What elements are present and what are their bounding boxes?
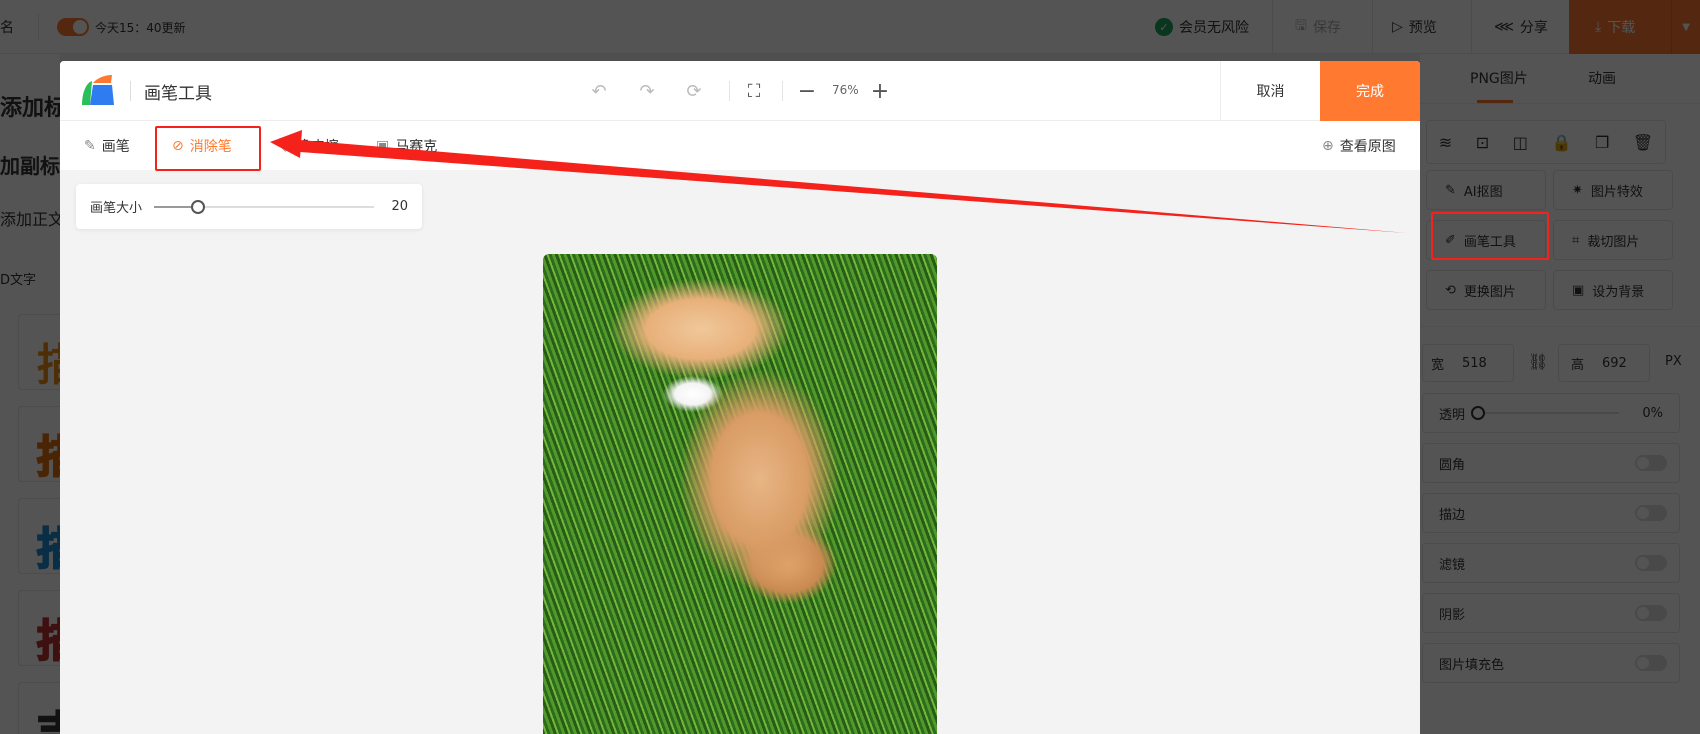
annotation-box-eraser-pen xyxy=(155,126,261,171)
copy-icon[interactable]: ❐ xyxy=(1595,133,1609,152)
slider-handle[interactable] xyxy=(1471,406,1486,420)
height-input[interactable]: 高 692 xyxy=(1558,344,1650,382)
lock-icon[interactable]: 🔒 xyxy=(1551,133,1571,152)
add-subtitle[interactable]: 加副标 xyxy=(0,150,60,179)
fill-color-row: 图片填充色 xyxy=(1422,643,1680,683)
text-style-tile[interactable]: 描 xyxy=(18,406,60,484)
replace-icon: ⟲ xyxy=(1445,282,1456,298)
rounded-corner-switch[interactable] xyxy=(1635,455,1667,471)
rounded-corner-row: 圆角 xyxy=(1422,443,1680,483)
edited-image-dog-on-grass[interactable] xyxy=(543,254,937,734)
mosaic-icon: ▣ xyxy=(376,137,390,154)
member-badge[interactable]: ✓ 会员无风险 xyxy=(1155,0,1249,54)
link-icon[interactable]: ⛓ xyxy=(1528,352,1548,371)
modal-header: 画笔工具 ↶ ↷ ⟳ ⛶ − 76% + 取消 完成 xyxy=(60,61,1420,121)
add-body[interactable]: 添加正文 xyxy=(0,206,60,230)
unit-label: PX xyxy=(1665,354,1682,369)
left-panel: 添加标 加副标 添加正文 D文字 描 描 描 描 吉 xyxy=(0,54,60,734)
download-icon: ⤓ xyxy=(1595,19,1602,35)
done-button[interactable]: 完成 xyxy=(1320,61,1420,121)
chevron-down-icon[interactable]: ▼ xyxy=(1671,0,1690,54)
autosave-status: 今天15：40更新 xyxy=(95,20,186,35)
trash-icon[interactable]: 🗑 xyxy=(1633,133,1653,152)
save-icon: 🖫 xyxy=(1295,18,1307,34)
section-label: D文字 xyxy=(0,273,37,288)
tab-brush[interactable]: ✎ 画笔 xyxy=(84,121,130,170)
crop-button[interactable]: ⌗ 裁切图片 xyxy=(1553,220,1673,260)
check-icon: ✓ xyxy=(1155,18,1173,36)
zoom-icon: ⊕ xyxy=(1322,137,1334,154)
width-input[interactable]: 宽 518 xyxy=(1422,344,1514,382)
autosave-toggle[interactable] xyxy=(57,18,89,36)
stroke-row: 描边 xyxy=(1422,493,1680,533)
ai-cutout-button[interactable]: ✎ AI抠图 xyxy=(1426,170,1546,210)
doc-name[interactable]: 名 xyxy=(0,0,14,54)
cancel-button[interactable]: 取消 xyxy=(1220,61,1320,121)
quick-actions: ≋ ⊡ ◫ 🔒 ❐ 🗑 xyxy=(1426,120,1666,164)
annotation-box-brush-tool xyxy=(1431,212,1549,260)
image-icon: ▣ xyxy=(1572,282,1585,298)
fill-color-switch[interactable] xyxy=(1635,655,1667,671)
reset-icon[interactable]: ⟳ xyxy=(682,79,706,103)
text-style-tile[interactable]: 描 xyxy=(18,498,60,576)
share-icon: ⋘ xyxy=(1494,19,1514,35)
filter-switch[interactable] xyxy=(1635,555,1667,571)
filter-row: 滤镜 xyxy=(1422,543,1680,583)
tab-png[interactable]: PNG图片 xyxy=(1470,68,1528,88)
view-original-button[interactable]: ⊕ 查看原图 xyxy=(1322,121,1396,170)
text-style-tile[interactable]: 描 xyxy=(18,590,60,668)
preview-button[interactable]: ▷ 预览 xyxy=(1392,0,1437,54)
layers-icon[interactable]: ≋ xyxy=(1439,133,1452,152)
sparkle-icon: ✷ xyxy=(1572,182,1583,198)
undo-icon[interactable]: ↶ xyxy=(587,79,611,103)
zoom-out-icon[interactable]: − xyxy=(795,79,819,104)
text-style-tile[interactable]: 吉 xyxy=(18,682,60,734)
replace-image-button[interactable]: ⟲ 更换图片 xyxy=(1426,270,1546,310)
tab-mosaic[interactable]: ▣ 马赛克 xyxy=(376,121,437,170)
zoom-in-icon[interactable]: + xyxy=(868,79,892,104)
redo-icon[interactable]: ↷ xyxy=(635,79,659,103)
fit-screen-icon[interactable]: ⛶ xyxy=(742,79,766,103)
app-logo xyxy=(82,75,114,105)
shadow-switch[interactable] xyxy=(1635,605,1667,621)
focus-icon[interactable]: ⊡ xyxy=(1476,133,1489,152)
shadow-row: 阴影 xyxy=(1422,593,1680,633)
add-title[interactable]: 添加标 xyxy=(0,90,60,122)
opacity-row: 透明 0% xyxy=(1422,393,1680,433)
play-icon: ▷ xyxy=(1392,19,1403,35)
top-bar: 名 今天15：40更新 ✓ 会员无风险 🖫 保存 ▷ 预览 ⋘ 分享 ⤓ 下载 ▼ xyxy=(0,0,1700,54)
brush-tool-modal: 画笔工具 ↶ ↷ ⟳ ⛶ − 76% + 取消 完成 ✎ 画笔 ⊘ 消除笔 ◇ 橡皮擦… xyxy=(60,61,1420,734)
download-button[interactable]: ⤓ 下载 ▼ xyxy=(1569,0,1700,54)
right-panel: PNG图片 动画 ≋ ⊡ ◫ 🔒 ❐ 🗑 ✎ AI抠图 ✷ 图片特效 ✐ 画笔工具 ⌗ 裁切图片 … xyxy=(1420,54,1700,734)
magic-wand-icon: ✎ xyxy=(1445,182,1456,198)
flip-icon[interactable]: ◫ xyxy=(1513,133,1528,152)
opacity-slider[interactable] xyxy=(1471,406,1620,420)
tab-rubber[interactable]: ◇ 橡皮擦 xyxy=(280,121,339,170)
pen-icon: ✎ xyxy=(84,137,96,154)
stroke-switch[interactable] xyxy=(1635,505,1667,521)
share-button[interactable]: ⋘ 分享 xyxy=(1494,0,1548,54)
save-button[interactable]: 🖫 保存 xyxy=(1295,0,1341,54)
modal-title: 画笔工具 xyxy=(144,84,212,104)
tool-tabs: ✎ 画笔 ⊘ 消除笔 ◇ 橡皮擦 ▣ 马赛克 ⊕ 查看原图 xyxy=(60,121,1420,170)
rubber-icon: ◇ xyxy=(280,137,291,154)
slider-handle[interactable] xyxy=(191,199,206,214)
tab-animation[interactable]: 动画 xyxy=(1588,68,1616,88)
zoom-level: 76% xyxy=(832,83,859,97)
brush-size-slider[interactable] xyxy=(154,199,375,214)
crop-icon: ⌗ xyxy=(1572,232,1580,248)
text-style-tile[interactable]: 描 xyxy=(18,314,60,391)
set-background-button[interactable]: ▣ 设为背景 xyxy=(1553,270,1673,310)
image-effects-button[interactable]: ✷ 图片特效 xyxy=(1553,170,1673,210)
brush-size-panel: 画笔大小 20 xyxy=(76,184,422,229)
